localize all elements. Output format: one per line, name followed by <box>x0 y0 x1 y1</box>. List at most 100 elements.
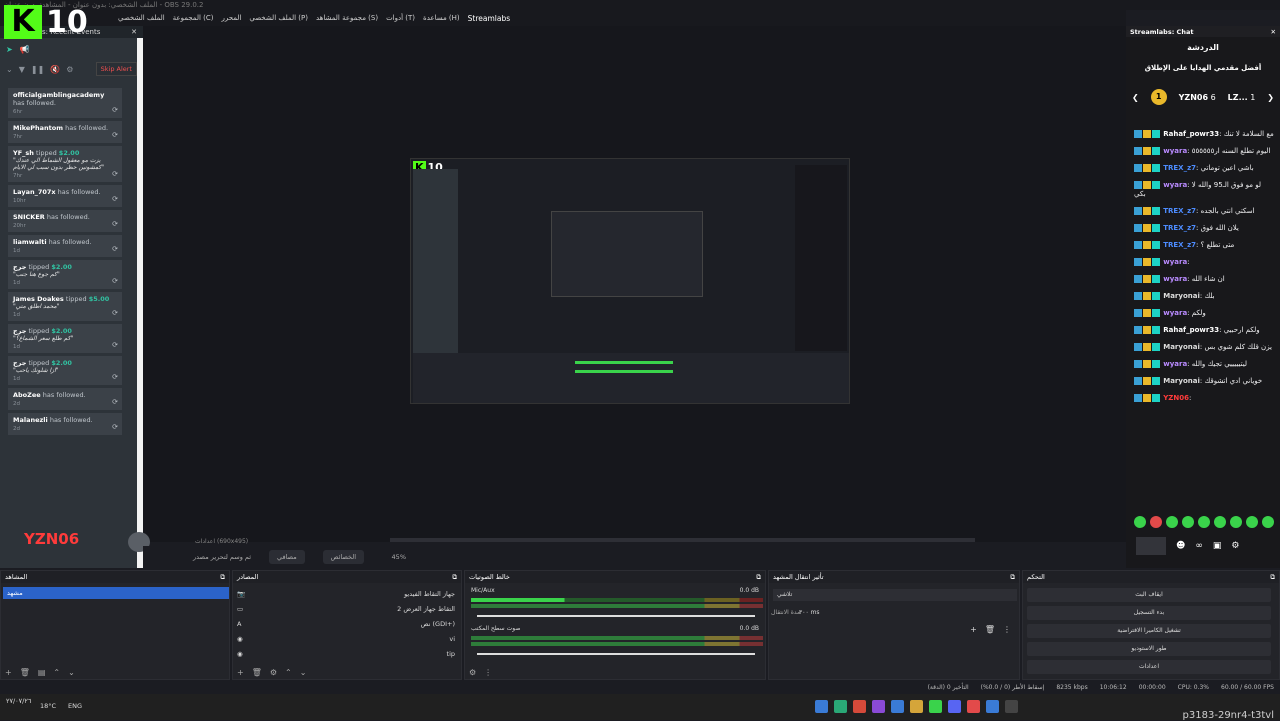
menu-item[interactable]: المجموعة (C) <box>173 14 214 22</box>
pin-icon[interactable]: ➤ <box>6 45 13 54</box>
up-icon[interactable]: ⌃ <box>285 668 292 677</box>
source-item[interactable]: ◉ vi <box>237 632 455 646</box>
chevron-right-icon[interactable]: ❯ <box>1267 93 1274 102</box>
source-item[interactable]: ◉ tip <box>237 647 455 661</box>
up-icon[interactable]: ⌃ <box>53 668 60 677</box>
gear-icon[interactable]: ⚙ <box>1231 541 1239 551</box>
repeat-icon[interactable]: ⟳ <box>112 195 118 203</box>
chat-input-bar[interactable]: ☻ ∞ ▣ ⚙ <box>1132 534 1274 558</box>
filters-button[interactable]: مصافي <box>269 550 305 564</box>
gear-icon[interactable]: ⚙ <box>469 668 476 677</box>
chat-username[interactable]: wyara <box>1163 275 1187 283</box>
app-icon[interactable] <box>929 700 942 713</box>
emote-icon[interactable] <box>1198 516 1210 528</box>
filter-icon[interactable]: ▼ <box>19 65 25 74</box>
start-recording-button[interactable]: بدء التسجيل <box>1027 606 1271 620</box>
repeat-icon[interactable]: ⟳ <box>112 170 118 178</box>
app-icon[interactable] <box>910 700 923 713</box>
studio-mode-button[interactable]: طور الاستوديو <box>1027 642 1271 656</box>
chat-username[interactable]: TREX_z7 <box>1163 241 1196 249</box>
menu-item[interactable]: مجموعة المشاهد (S) <box>316 14 378 22</box>
source-item[interactable]: 📷 جهاز التقاط الفيديو <box>237 587 455 601</box>
add-icon[interactable]: + <box>5 668 12 677</box>
chat-username[interactable]: YZN06 <box>1163 394 1189 402</box>
repeat-icon[interactable]: ⟳ <box>112 309 118 317</box>
emote-icon[interactable] <box>1230 516 1242 528</box>
emote-icon[interactable] <box>1246 516 1258 528</box>
app-icon[interactable] <box>872 700 885 713</box>
app-icon[interactable] <box>948 700 961 713</box>
store-icon[interactable]: ▣ <box>1213 541 1222 551</box>
chevron-down-icon[interactable]: ⌄ <box>6 65 13 74</box>
repeat-icon[interactable]: ⟳ <box>112 220 118 228</box>
source-item[interactable]: A نص (GDI+) <box>237 617 455 631</box>
source-item[interactable]: ▭ التقاط جهاز العرض 2 <box>237 602 455 616</box>
trash-icon[interactable]: 🗑 <box>985 625 995 634</box>
chat-username[interactable]: TREX_z7 <box>1163 224 1196 232</box>
repeat-icon[interactable]: ⟳ <box>112 398 118 406</box>
emoji-icon[interactable]: ☻ <box>1176 541 1185 551</box>
emote-icon[interactable] <box>1134 516 1146 528</box>
chat-username[interactable]: wyara <box>1163 258 1187 266</box>
settings-icon[interactable]: ⚙ <box>66 65 73 74</box>
mute-icon[interactable]: 🔇 <box>50 65 60 74</box>
trash-icon[interactable]: 🗑 <box>252 668 262 677</box>
dock-menu-icon[interactable]: ⧉ <box>1010 573 1015 581</box>
emote-icon[interactable] <box>1150 516 1162 528</box>
repeat-icon[interactable]: ⟳ <box>112 245 118 253</box>
emote-icon[interactable] <box>1214 516 1226 528</box>
repeat-icon[interactable]: ⟳ <box>112 131 118 139</box>
chat-username[interactable]: wyara <box>1163 147 1187 155</box>
repeat-icon[interactable]: ⟳ <box>112 106 118 114</box>
chat-username[interactable]: Maryonai <box>1163 377 1200 385</box>
repeat-icon[interactable]: ⟳ <box>112 277 118 285</box>
chat-username[interactable]: Maryonai <box>1163 292 1200 300</box>
horizontal-scrollbar[interactable] <box>390 538 975 542</box>
dock-menu-icon[interactable]: ⧉ <box>756 573 761 581</box>
dock-menu-icon[interactable]: ⧉ <box>1270 573 1275 581</box>
down-icon[interactable]: ⌄ <box>68 668 75 677</box>
add-icon[interactable]: + <box>237 668 244 677</box>
app-icon[interactable] <box>967 700 980 713</box>
duration-value[interactable]: ٣٠٠ ms <box>799 609 820 616</box>
filter-icon[interactable]: ▤ <box>38 668 46 677</box>
megaphone-icon[interactable]: 📢 <box>20 45 30 54</box>
app-icon[interactable] <box>853 700 866 713</box>
menu-item[interactable]: أدوات (T) <box>386 14 415 22</box>
chat-username[interactable]: Rahaf_powr33 <box>1163 130 1219 138</box>
volume-slider[interactable] <box>477 653 755 655</box>
pause-icon[interactable]: ❚❚ <box>31 65 44 74</box>
dock-menu-icon[interactable]: ⧉ <box>452 573 457 581</box>
chat-username[interactable]: TREX_z7 <box>1163 164 1196 172</box>
emote-icon[interactable] <box>1166 516 1178 528</box>
close-icon[interactable]: ✕ <box>1271 28 1276 36</box>
chat-username[interactable]: Rahaf_powr33 <box>1163 326 1219 334</box>
properties-button[interactable]: الخصائص <box>322 550 365 564</box>
settings-button[interactable]: اعدادات <box>1027 660 1271 674</box>
language-indicator[interactable]: ENG <box>68 702 82 710</box>
stop-stream-button[interactable]: ايقاف البث <box>1027 588 1271 602</box>
virtual-camera-button[interactable]: تشغيل الكاميرا الافتراضية <box>1027 624 1271 638</box>
chat-username[interactable]: Maryonai <box>1163 343 1200 351</box>
menu-item[interactable]: الملف الشخصي (P) <box>249 14 308 22</box>
menu-item[interactable]: المحرر <box>222 14 242 22</box>
scene-item[interactable]: مشهد <box>3 587 229 599</box>
menu-icon[interactable]: ⋮ <box>1003 625 1011 634</box>
repeat-icon[interactable]: ⟳ <box>112 373 118 381</box>
dock-menu-icon[interactable]: ⧉ <box>220 573 225 581</box>
close-icon[interactable]: ✕ <box>131 28 137 36</box>
repeat-icon[interactable]: ⟳ <box>112 341 118 349</box>
repeat-icon[interactable]: ⟳ <box>112 423 118 431</box>
menu-icon[interactable]: ⋮ <box>484 668 492 677</box>
emote-icon[interactable] <box>1262 516 1274 528</box>
app-icon[interactable] <box>891 700 904 713</box>
app-icon[interactable] <box>986 700 999 713</box>
skip-alert-button[interactable]: Skip Alert <box>95 62 137 76</box>
infinity-icon[interactable]: ∞ <box>1195 541 1203 551</box>
chat-username[interactable]: TREX_z7 <box>1163 207 1196 215</box>
chevron-left-icon[interactable]: ❮ <box>1132 93 1139 102</box>
menu-item[interactable]: الملف الشخصي <box>118 14 165 22</box>
transition-select[interactable]: تلاشي <box>773 589 1017 601</box>
menu-item-streamlabs[interactable]: Streamlabs <box>468 14 510 23</box>
add-icon[interactable]: + <box>970 625 977 634</box>
